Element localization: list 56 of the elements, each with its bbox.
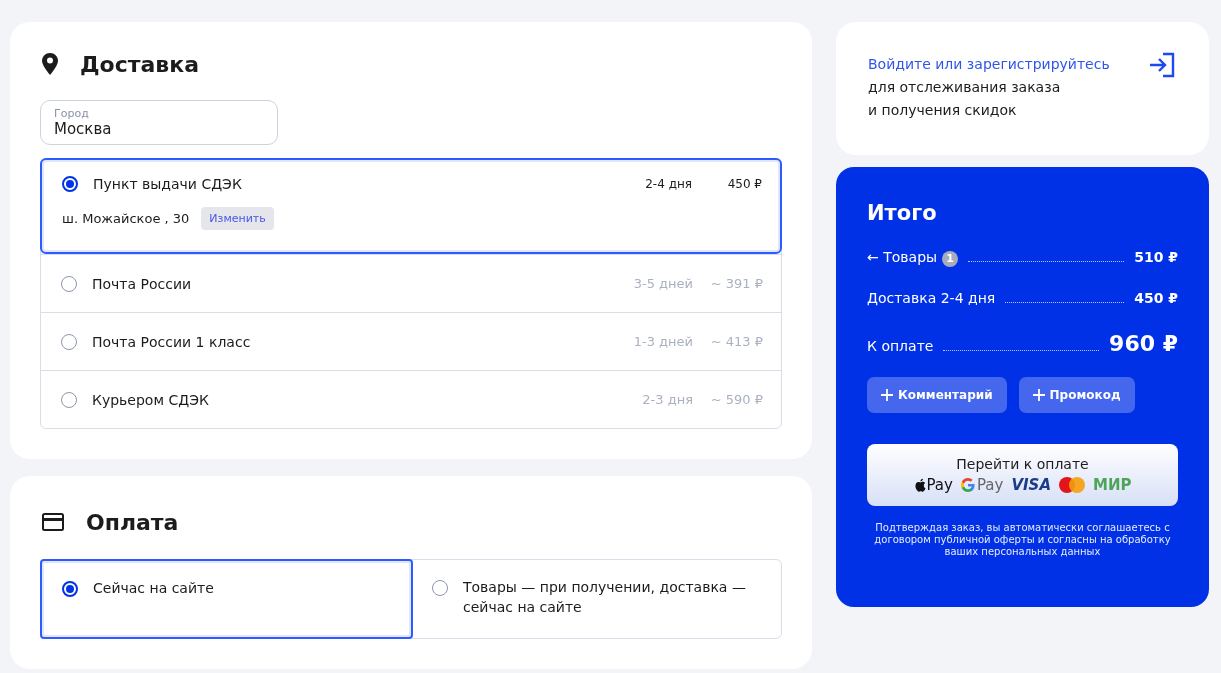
pickup-address: ш. Можайское , 30 (62, 211, 190, 226)
login-link[interactable]: Войдите или зарегистрируйтесь (868, 54, 1110, 74)
option-name: Товары — при получении, доставка — сейчас на сайте (463, 578, 747, 617)
option-name: Сейчас на сайте (93, 579, 214, 598)
mastercard-icon (1059, 477, 1085, 493)
section-title: Доставка (80, 51, 200, 77)
delivery-term: 1-3 дней (633, 334, 693, 349)
count-badge: 1 (942, 251, 959, 267)
g-letter-icon (960, 478, 975, 492)
section-title: Оплата (86, 509, 179, 535)
summary-label: Доставка 2-4 дня (867, 290, 996, 306)
checkout-button[interactable]: Перейти к оплате Pay Pay VISA МИР (867, 444, 1178, 506)
apple-pay-logo: Pay (913, 476, 953, 494)
payment-option[interactable]: Сейчас на сайте (40, 559, 413, 639)
delivery-option[interactable]: Курьером СДЭК 2-3 дня ~ 590 ₽ (41, 370, 781, 428)
field-value: Москва (54, 120, 113, 138)
summary-value: 450 ₽ (1134, 290, 1178, 306)
option-name: Почта России 1 класс (92, 333, 252, 350)
credit-card-icon (42, 513, 64, 531)
payment-option[interactable]: Товары — при получении, доставка — сейчас на сайте (412, 560, 781, 638)
option-name: Курьером СДЭК (92, 391, 210, 408)
delivery-option[interactable]: Почта России 1 класс 1-3 дней ~ 413 ₽ (41, 312, 781, 370)
field-label: Город (54, 108, 90, 120)
city-field[interactable]: Город Москва (40, 100, 278, 145)
apple-icon (913, 478, 926, 492)
google-pay-logo: Pay (960, 476, 1004, 494)
login-hint: для отслеживания заказа (868, 78, 1062, 97)
delivery-price: ~ 590 ₽ (709, 392, 763, 407)
change-button[interactable]: Изменить (201, 207, 274, 230)
delivery-option[interactable]: Пункт выдачи СДЭК 2-4 дня 450 ₽ ш. Можайское , 30 Изменить (40, 158, 782, 254)
option-name: Пункт выдачи СДЭК (93, 176, 243, 192)
delivery-price: ~ 413 ₽ (709, 334, 763, 349)
delivery-price: ~ 391 ₽ (709, 276, 763, 291)
mir-logo: МИР (1093, 476, 1132, 494)
location-pin-icon (42, 53, 58, 75)
radio-button[interactable] (62, 176, 78, 192)
delivery-term: 2-3 дня (642, 392, 693, 407)
consent-note: Подтверждая заказ, вы автоматически соглашаетесь с договором публичной оферты и согласны на обработку ваших персональных данных (873, 522, 1172, 558)
visa-logo: VISA (1011, 476, 1051, 494)
add-button[interactable]: Промокод (1018, 377, 1135, 413)
radio-button[interactable] (62, 581, 78, 597)
goods-link[interactable]: ← Товары (867, 249, 938, 265)
delivery-option[interactable]: Почта России 3-5 дней ~ 391 ₽ (41, 254, 781, 312)
total-title: Итого (867, 201, 938, 225)
summary-label: К оплате (867, 338, 934, 354)
delivery-price: 450 ₽ (726, 177, 762, 191)
login-icon[interactable] (1148, 52, 1176, 78)
summary-value: 510 ₽ (1134, 249, 1178, 265)
summary-value: 960 ₽ (1109, 331, 1178, 356)
delivery-term: 2-4 дня (645, 177, 692, 191)
option-name: Почта России (92, 275, 193, 292)
login-hint: и получения скидок (868, 101, 1018, 120)
add-button[interactable]: Комментарий (867, 377, 1007, 413)
plus-icon (881, 389, 893, 401)
plus-icon (1032, 389, 1045, 401)
delivery-term: 3-5 дней (633, 276, 693, 291)
